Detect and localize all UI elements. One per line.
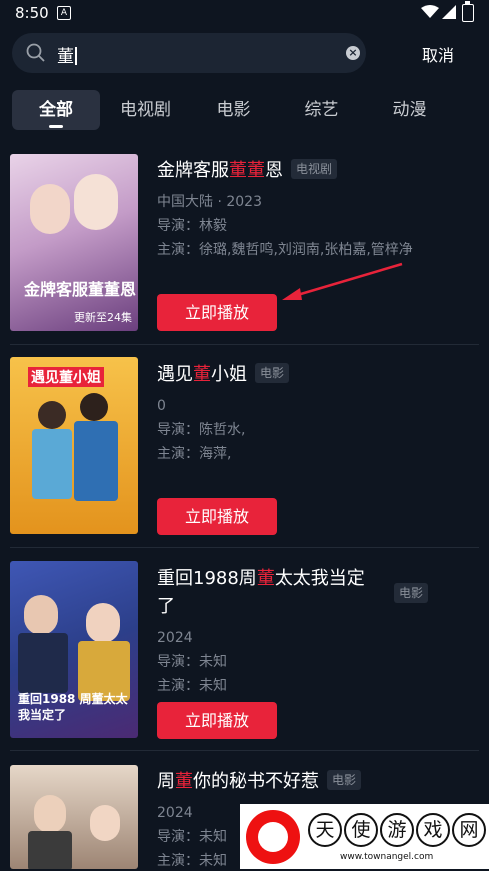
type-tag-2: 电影 [255,363,290,383]
poster-3-title: 重回1988 周董太太我当定了 [18,692,128,722]
type-tag-4: 电影 [327,770,362,790]
result-title-4[interactable]: 周董你的秘书不好惹 电影 [157,768,362,796]
tab-variety[interactable]: 综艺 [284,90,359,130]
tab-all[interactable]: 全部 [12,90,100,130]
signal-icon [442,5,456,19]
result-cast-4: 主演：未知 [157,853,227,869]
poster-1[interactable]: 金牌客服董董恩 更新至24集 [10,154,138,331]
result-meta-region-1: 中国大陆 · 2023 [157,194,262,210]
play-button-3[interactable]: 立即播放 [157,702,277,739]
watermark-char: 天 [308,813,342,847]
result-cast-2: 主演：海萍, [157,446,232,462]
search-input[interactable]: 董 [57,42,77,67]
result-director-2: 导演：陈哲水, [157,422,246,438]
watermark-char: 戏 [416,813,450,847]
cancel-button[interactable]: 取消 [422,42,454,66]
tab-anime[interactable]: 动漫 [372,90,447,130]
poster-2[interactable]: 遇见董小姐 [10,357,138,534]
result-title-3[interactable]: 重回1988周董太太我当定了 [157,565,387,621]
result-cast-1: 主演：徐璐,魏哲鸣,刘润南,张柏嘉,管梓净 [157,242,413,258]
result-director-3: 导演：未知 [157,654,227,670]
tab-movie[interactable]: 电影 [196,90,271,130]
result-cast-3: 主演：未知 [157,678,227,694]
status-time: 8:50 [15,4,49,22]
clear-search-icon[interactable]: × [346,46,360,60]
result-meta-year-2: 0 [157,398,166,414]
watermark-url: www.townangel.com [340,852,434,862]
result-title-1[interactable]: 金牌客服董董恩 电视剧 [157,157,338,185]
result-director-1: 导演：林毅 [157,218,227,234]
arrow-annotation-icon [282,262,403,300]
search-icon [26,43,45,62]
poster-2-title: 遇见董小姐 [28,367,104,387]
result-meta-year-3: 2024 [157,630,193,646]
result-director-4: 导演：未知 [157,829,227,845]
notification-icon: A [57,6,71,20]
episode-badge: 更新至24集 [74,311,132,324]
battery-icon [462,1,474,22]
result-title-2[interactable]: 遇见董小姐 电影 [157,361,290,389]
divider [10,547,479,548]
poster-3[interactable]: 重回1988 周董太太我当定了 [10,561,138,738]
divider [10,750,479,751]
watermark-char: 使 [344,813,378,847]
poster-1-title: 金牌客服董董恩 [24,280,137,299]
play-button-1[interactable]: 立即播放 [157,294,277,331]
result-meta-year-4: 2024 [157,805,193,821]
poster-4[interactable] [10,765,138,869]
watermark-char: 网 [452,813,486,847]
status-bar: 8:50 A [0,0,489,28]
watermark-logo: 天使游戏网 www.townangel.com [240,804,489,869]
type-tag-1: 电视剧 [291,159,338,179]
play-button-2[interactable]: 立即播放 [157,498,277,535]
category-tabs: 全部 电视剧 电影 综艺 动漫 [0,90,489,132]
tab-tv[interactable]: 电视剧 [108,90,183,130]
watermark-char: 游 [380,813,414,847]
type-tag-3: 电影 [394,583,429,603]
search-query: 董 [57,47,74,67]
search-bar[interactable]: 董 × [12,33,366,73]
wifi-icon [421,5,439,18]
divider [10,344,479,345]
watermark-emblem-icon [246,810,300,864]
